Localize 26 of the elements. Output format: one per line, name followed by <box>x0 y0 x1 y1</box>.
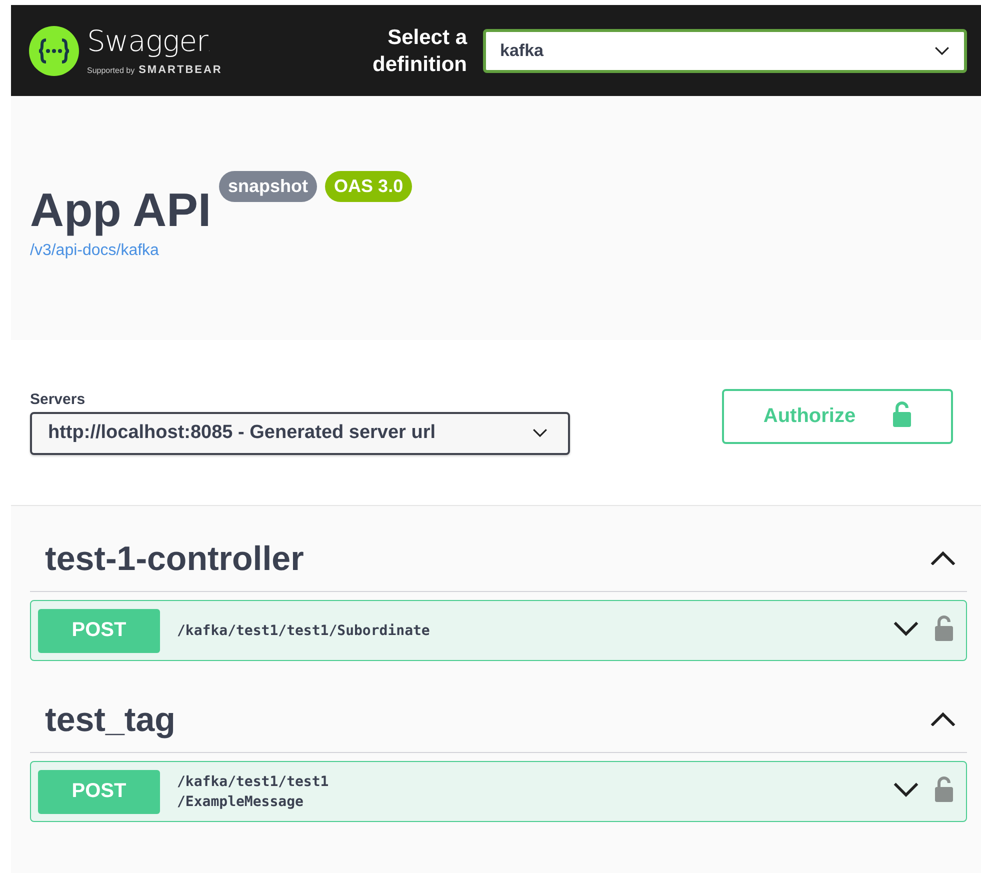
caret-icon[interactable] <box>532 428 548 438</box>
caret-icon[interactable] <box>934 46 950 56</box>
version-badge: snapshot <box>219 171 318 202</box>
endpoint-path: /kafka/test1/test1 /ExampleMessage <box>177 772 329 812</box>
definition-select[interactable]: kafka <box>483 28 967 72</box>
chevron-icon[interactable] <box>929 548 957 566</box>
api-title: App API <box>30 184 212 236</box>
lock-icon <box>934 615 954 641</box>
oas-badge: OAS 3.0 <box>325 171 412 202</box>
tagline: Supported by <box>87 66 135 74</box>
tag-header[interactable]: test_tag <box>30 691 967 753</box>
chevron-icon[interactable] <box>892 780 920 798</box>
endpoint-path: /kafka/test1/test1/Subordinate <box>177 622 430 640</box>
server-select[interactable]: http://localhost:8085 - Generated server url <box>30 412 570 454</box>
brand-name: Swagger. <box>87 26 212 60</box>
operation-row[interactable]: POST /kafka/test1/test1 /ExampleMessage <box>30 761 967 822</box>
logo-icon <box>29 26 79 76</box>
definition-label: Select a definition <box>372 24 467 78</box>
tag-header[interactable]: test-1-controller <box>30 530 967 592</box>
chevron-icon[interactable] <box>892 620 920 636</box>
operation-row[interactable]: POST /kafka/test1/test1/Subordinate <box>30 600 967 661</box>
servers-label: Servers <box>30 390 86 408</box>
lock-icon <box>892 400 912 426</box>
company-name: SMARTBEAR <box>138 64 222 76</box>
chevron-icon[interactable] <box>929 710 957 726</box>
lock-icon <box>934 776 954 802</box>
